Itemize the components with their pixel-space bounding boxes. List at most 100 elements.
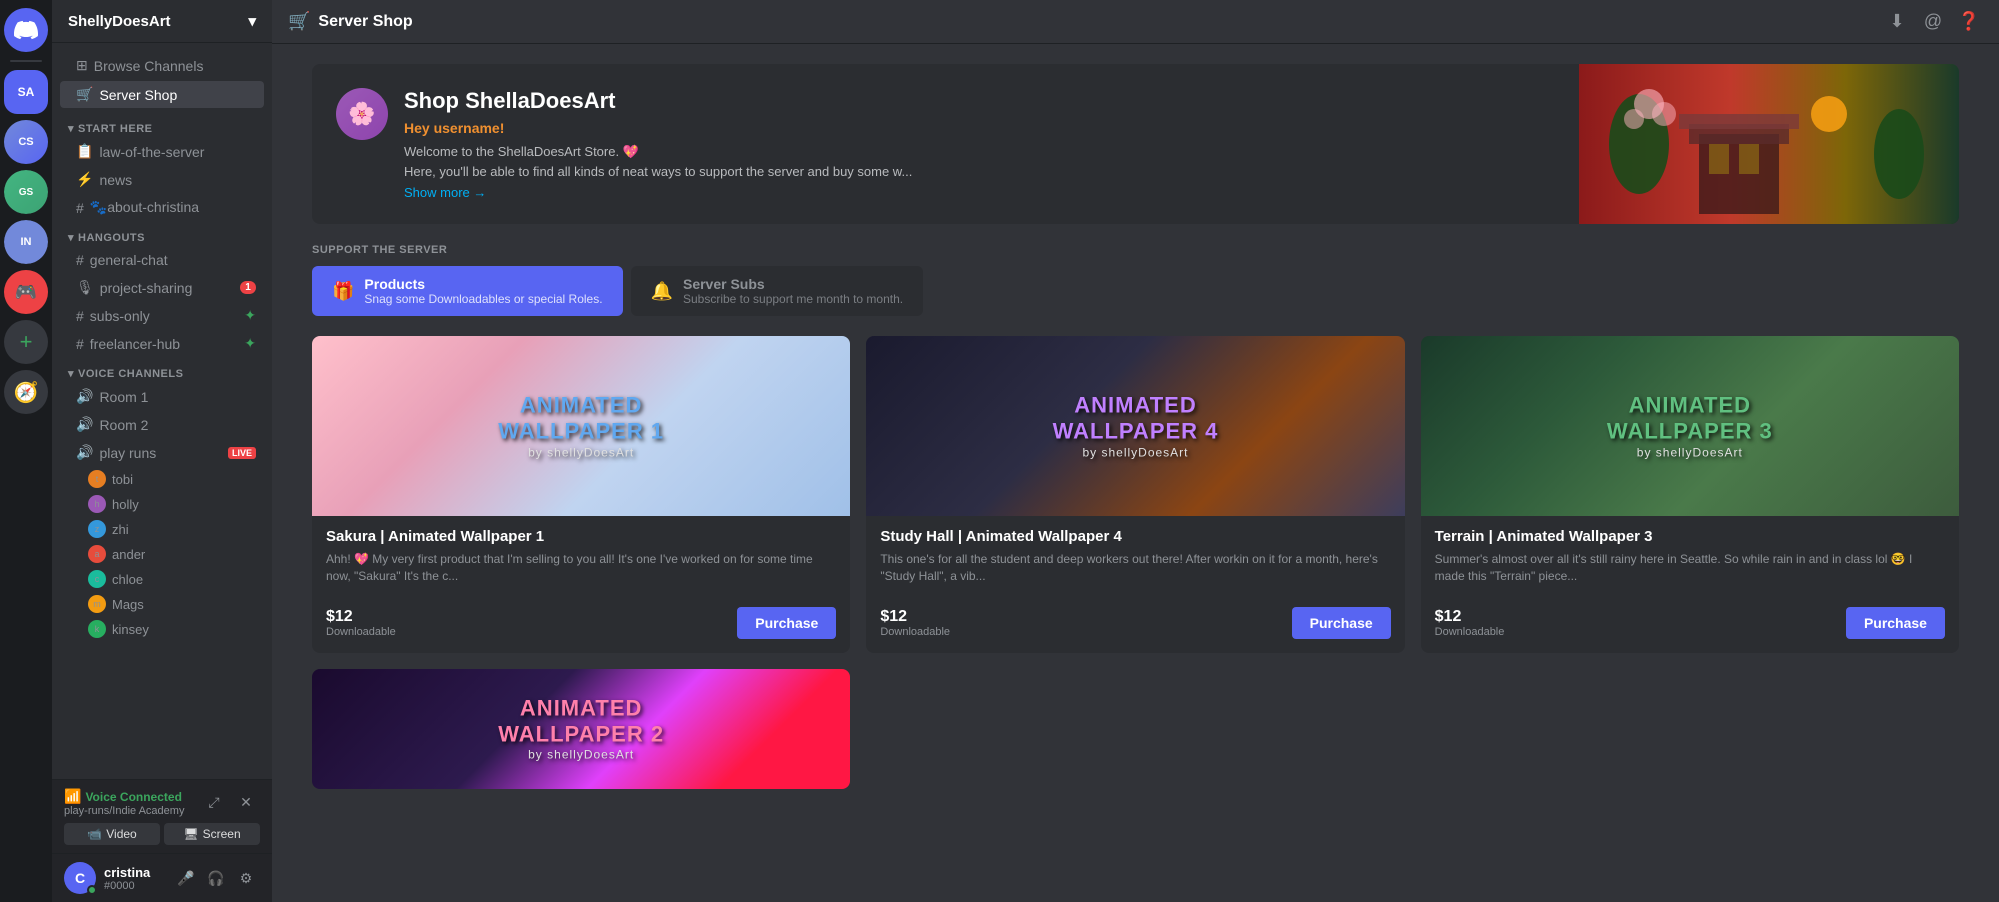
- voice-avatar-holly: h: [88, 495, 106, 513]
- channel-icon-freelancer: #: [76, 336, 84, 352]
- voice-username-ander: ander: [112, 547, 145, 562]
- product-body-wallpaper4: Study Hall | Animated Wallpaper 4 This o…: [866, 516, 1404, 597]
- browse-channels-item[interactable]: ⊞ Browse Channels: [60, 52, 264, 79]
- server-icon-5[interactable]: 🎮: [4, 270, 48, 314]
- purchase-btn-wallpaper1[interactable]: Purchase: [737, 607, 836, 639]
- help-btn[interactable]: ❓: [1955, 8, 1983, 36]
- inbox-btn[interactable]: @: [1919, 8, 1947, 36]
- channel-freelancer[interactable]: # freelancer-hub ✦: [60, 330, 264, 357]
- voice-user-holly[interactable]: h holly: [60, 492, 264, 516]
- purchase-btn-wallpaper3[interactable]: Purchase: [1846, 607, 1945, 639]
- screen-icon: 🖥: [183, 827, 198, 841]
- main-content: 🛒 Server Shop ⬇ @ ❓ 🌸 Shop ShellaDoesArt…: [272, 0, 1999, 902]
- server-icon-4[interactable]: IN: [4, 220, 48, 264]
- product-card-wallpaper4: ANIMATEDWALLPAPER 4by shellyDoesArt Stud…: [866, 336, 1404, 653]
- channel-news[interactable]: ⚡ news: [60, 166, 264, 193]
- channel-law[interactable]: 📋 law-of-the-server: [60, 138, 264, 165]
- section-header-start-here[interactable]: ▾ START HERE: [52, 116, 272, 137]
- channel-projects[interactable]: 🎙 project-sharing 1: [60, 274, 264, 301]
- server-shop-label: Server Shop: [99, 87, 256, 103]
- voice-name-play: play runs: [99, 445, 222, 461]
- main-header: 🛒 Server Shop ⬇ @ ❓: [272, 0, 1999, 44]
- server-shop-item[interactable]: 🛒 Server Shop: [60, 81, 264, 108]
- channel-icon-news: ⚡: [76, 171, 93, 188]
- voice-username-tobi: tobi: [112, 472, 133, 487]
- channel-icon-general: #: [76, 252, 84, 268]
- voice-chevron: ▾: [68, 367, 74, 380]
- product-name-wallpaper3: Terrain | Animated Wallpaper 3: [1435, 528, 1945, 545]
- voice-connected-bar: 📶 Voice Connected play-runs/Indie Academ…: [52, 779, 272, 853]
- channel-name-law: law-of-the-server: [99, 144, 256, 160]
- voice-user-kinsey[interactable]: k kinsey: [60, 617, 264, 641]
- channel-subs[interactable]: # subs-only ✦: [60, 302, 264, 329]
- browse-channels-label: Browse Channels: [94, 58, 256, 74]
- voice-connected-info: 📶 Voice Connected play-runs/Indie Academ…: [64, 788, 184, 817]
- voice-screen-btn[interactable]: 🖥 Screen: [164, 823, 260, 845]
- server-header-chevron: ▾: [248, 12, 256, 30]
- channel-general[interactable]: # general-chat: [60, 247, 264, 273]
- channel-sidebar: ShellyDoesArt ▾ ⊞ Browse Channels 🛒 Serv…: [52, 0, 272, 902]
- voice-video-btn[interactable]: 📹 Video: [64, 823, 160, 845]
- voice-username-mags: Mags: [112, 597, 144, 612]
- settings-btn[interactable]: ⚙: [232, 864, 260, 892]
- products-tab-text: Products Snag some Downloadables or spec…: [364, 276, 602, 306]
- voice-user-mags[interactable]: m Mags: [60, 592, 264, 616]
- channel-icon-about: #: [76, 200, 84, 216]
- product-overlay-wallpaper4: ANIMATEDWALLPAPER 4by shellyDoesArt: [1053, 392, 1219, 459]
- server-icon-3[interactable]: GS: [4, 170, 48, 214]
- voice-play-runs[interactable]: 🔊 play runs LIVE: [60, 439, 264, 466]
- voice-name-room1: Room 1: [99, 389, 256, 405]
- shop-avatar: 🌸: [336, 88, 388, 140]
- product-card-wallpaper3: ANIMATEDWALLPAPER 3by shellyDoesArt Terr…: [1421, 336, 1959, 653]
- voice-status-label: Voice Connected: [85, 790, 181, 804]
- browse-channels-icon: ⊞: [76, 57, 88, 74]
- voice-icon-play: 🔊: [76, 444, 93, 461]
- voice-disconnect-btn[interactable]: ✕: [232, 789, 260, 817]
- shop-content: 🌸 Shop ShellaDoesArt Hey username! Welco…: [272, 44, 1999, 902]
- voice-room2[interactable]: 🔊 Room 2: [60, 411, 264, 438]
- server-header[interactable]: ShellyDoesArt ▾: [52, 0, 272, 43]
- channel-about[interactable]: # 🐾about-christina: [60, 194, 264, 221]
- voice-user-ander[interactable]: a ander: [60, 542, 264, 566]
- server-icon-shelly[interactable]: SA: [4, 70, 48, 114]
- deafen-btn[interactable]: 🎧: [202, 864, 230, 892]
- download-btn[interactable]: ⬇: [1883, 8, 1911, 36]
- product-image-wallpaper3: ANIMATEDWALLPAPER 3by shellyDoesArt: [1421, 336, 1959, 516]
- channel-name-projects: project-sharing: [100, 280, 234, 296]
- shop-title: Shop ShellaDoesArt: [404, 88, 1555, 114]
- voice-expand-btn[interactable]: ⤢: [200, 789, 228, 817]
- show-more-text: Show more →: [404, 185, 486, 200]
- voice-room1[interactable]: 🔊 Room 1: [60, 383, 264, 410]
- voice-icon-room2: 🔊: [76, 416, 93, 433]
- voice-avatar-chloe: c: [88, 570, 106, 588]
- voice-username-holly: holly: [112, 497, 139, 512]
- server-icon-2[interactable]: CS: [4, 120, 48, 164]
- add-server-icon[interactable]: +: [4, 320, 48, 364]
- voice-icon-room1: 🔊: [76, 388, 93, 405]
- discover-icon[interactable]: 🧭: [4, 370, 48, 414]
- purchase-btn-wallpaper4[interactable]: Purchase: [1292, 607, 1391, 639]
- video-label: Video: [106, 827, 136, 841]
- voice-status: 📶 Voice Connected: [64, 788, 184, 805]
- section-header-voice[interactable]: ▾ VOICE CHANNELS: [52, 361, 272, 382]
- voice-user-tobi[interactable]: t tobi: [60, 467, 264, 491]
- discord-home-icon[interactable]: [4, 8, 48, 52]
- product-name-wallpaper1: Sakura | Animated Wallpaper 1: [326, 528, 836, 545]
- voice-user-chloe[interactable]: c chloe: [60, 567, 264, 591]
- show-more-link[interactable]: Show more →: [404, 185, 486, 200]
- header-actions: ⬇ @ ❓: [1883, 8, 1983, 36]
- voice-channel-name: play-runs/Indie Academy: [64, 805, 184, 817]
- voice-avatar-tobi: t: [88, 470, 106, 488]
- tab-products[interactable]: 🎁 Products Snag some Downloadables or sp…: [312, 266, 623, 316]
- subs-add-icon: ✦: [244, 307, 256, 324]
- section-header-hangouts[interactable]: ▾ HANGOUTS: [52, 225, 272, 246]
- voice-user-zhi[interactable]: z zhi: [60, 517, 264, 541]
- voice-avatar-zhi: z: [88, 520, 106, 538]
- tab-server-subs[interactable]: 🔔 Server Subs Subscribe to support me mo…: [631, 266, 924, 316]
- voice-avatar-kinsey: k: [88, 620, 106, 638]
- channel-icon-law: 📋: [76, 143, 93, 160]
- user-avatar-letter: C: [75, 870, 85, 886]
- product-name-wallpaper4: Study Hall | Animated Wallpaper 4: [880, 528, 1390, 545]
- mute-btn[interactable]: 🎤: [172, 864, 200, 892]
- support-tabs: 🎁 Products Snag some Downloadables or sp…: [312, 266, 1959, 316]
